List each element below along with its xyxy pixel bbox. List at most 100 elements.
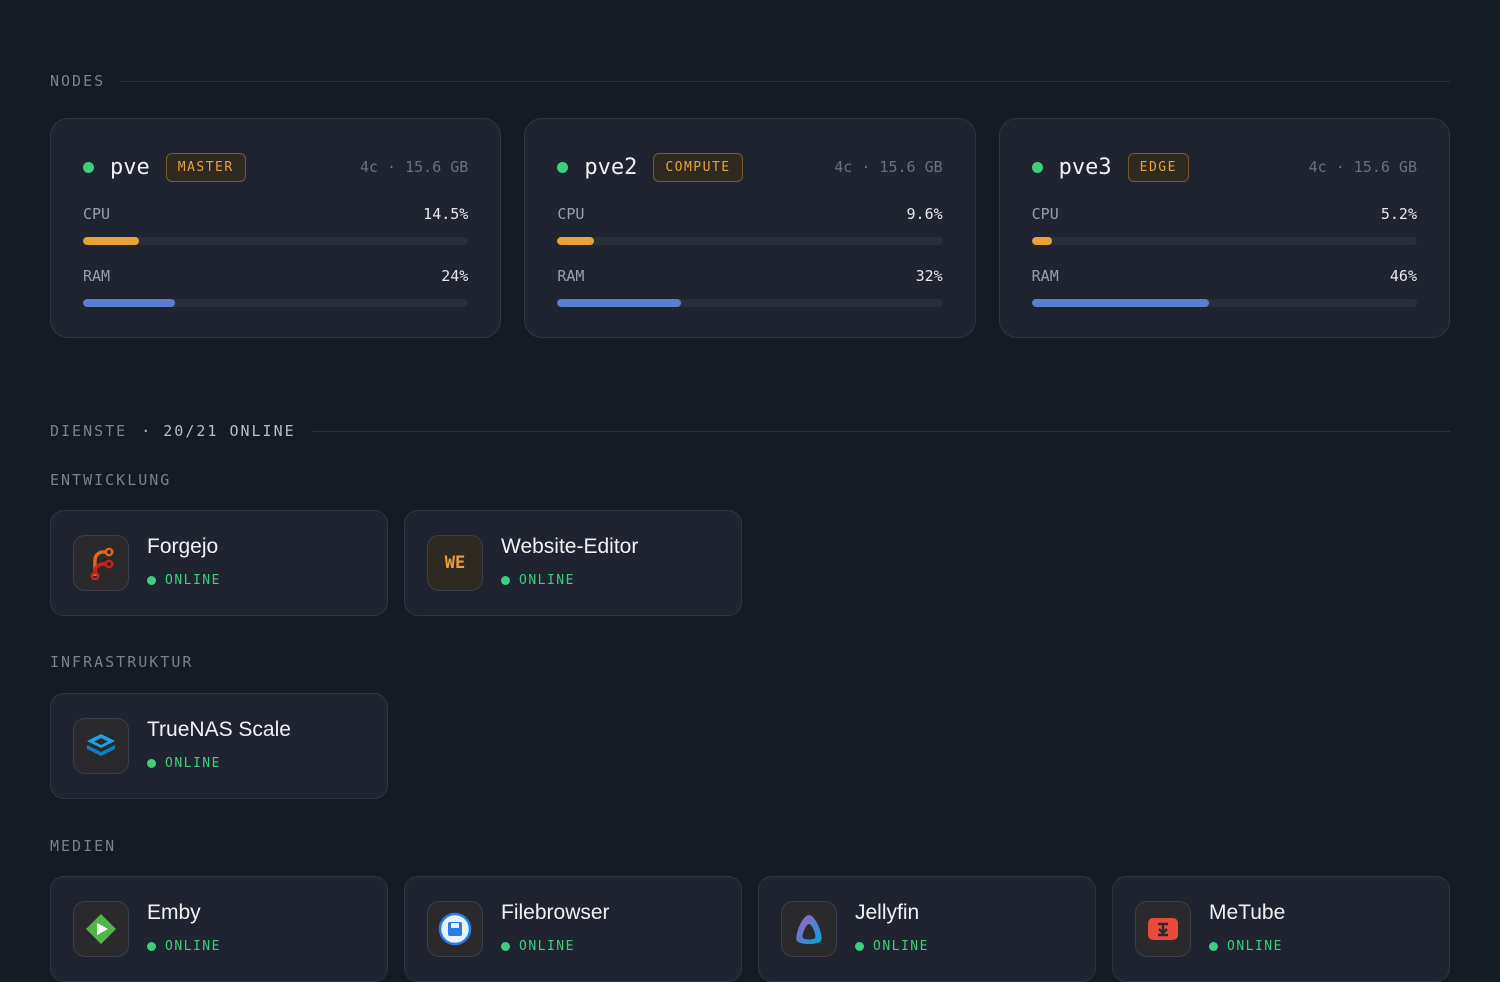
cpu-bar-fill <box>1031 237 1052 245</box>
service-card-emby[interactable]: Emby ONLINE <box>50 876 388 982</box>
nodes-section-header: NODES <box>50 72 1450 90</box>
ram-metric: RAM 24% <box>83 267 468 285</box>
cpu-label: CPU <box>83 205 111 223</box>
service-status: ONLINE <box>501 573 638 588</box>
node-spec: 4c · 15.6 GB <box>359 158 469 176</box>
truenas-icon <box>73 718 129 774</box>
node-status-dot <box>1031 161 1043 173</box>
ram-bar <box>1031 299 1417 307</box>
service-name: Emby <box>147 901 201 924</box>
cpu-bar <box>1031 237 1417 245</box>
emby-icon <box>73 901 129 957</box>
ram-value: 46% <box>1389 267 1417 285</box>
node-card-pve[interactable]: pve MASTER 4c · 15.6 GB CPU 14.5% RAM 24… <box>50 118 502 338</box>
ram-value: 32% <box>915 267 943 285</box>
services-entwicklung: Forgejo ONLINE WE Website-Editor ONLINE <box>50 510 742 616</box>
node-spec: 4c · 15.6 GB <box>1308 158 1417 176</box>
service-name: Filebrowser <box>501 901 610 924</box>
cpu-label: CPU <box>1031 205 1059 223</box>
service-card-truenas-scale[interactable]: TrueNAS Scale ONLINE <box>50 693 388 799</box>
node-role-badge: COMPUTE <box>653 152 743 182</box>
service-status-text: ONLINE <box>1227 939 1283 954</box>
ram-bar-fill <box>83 299 176 307</box>
service-name: Website-Editor <box>501 535 639 558</box>
ram-label: RAM <box>1031 267 1059 285</box>
node-role-badge: EDGE <box>1127 152 1189 182</box>
cpu-bar-fill <box>83 237 139 245</box>
cpu-metric: CPU 14.5% <box>83 205 468 223</box>
cpu-value: 9.6% <box>906 205 943 223</box>
service-card-forgejo[interactable]: Forgejo ONLINE <box>50 510 388 616</box>
cpu-value: 5.2% <box>1380 205 1417 223</box>
nodes-section-title: NODES <box>50 72 106 90</box>
cpu-bar <box>83 237 469 245</box>
node-status-dot <box>83 161 94 173</box>
we-icon: WE <box>427 535 483 591</box>
service-name: MeTube <box>1209 901 1286 924</box>
ram-label: RAM <box>83 267 111 285</box>
status-dot <box>501 942 510 951</box>
status-dot <box>147 942 156 951</box>
service-card-filebrowser[interactable]: Filebrowser ONLINE <box>404 876 742 982</box>
service-status-text: ONLINE <box>519 573 575 588</box>
ram-bar-fill <box>557 299 681 307</box>
ram-metric: RAM 46% <box>1032 267 1417 285</box>
service-status: ONLINE <box>501 939 610 954</box>
services-online-count: · 20/21 ONLINE <box>141 422 296 440</box>
cpu-bar-fill <box>557 237 595 245</box>
node-card-pve3[interactable]: pve3 EDGE 4c · 15.6 GB CPU 5.2% RAM 46% <box>998 118 1450 338</box>
service-status-text: ONLINE <box>165 573 221 588</box>
ram-bar-fill <box>1031 299 1209 307</box>
service-name: Jellyfin <box>855 901 920 924</box>
ram-bar <box>557 299 943 307</box>
service-status: ONLINE <box>1209 939 1285 954</box>
status-dot <box>855 942 864 951</box>
cpu-bar <box>557 237 943 245</box>
we-icon-text: WE <box>444 553 466 573</box>
cpu-metric: CPU 9.6% <box>557 205 942 223</box>
service-status: ONLINE <box>147 939 221 954</box>
service-status-text: ONLINE <box>165 756 221 771</box>
services-medien: Emby ONLINE Filebrowser ONLINE Jellyfin … <box>50 876 1450 982</box>
cpu-metric: CPU 5.2% <box>1032 205 1417 223</box>
node-spec: 4c · 15.6 GB <box>834 158 943 176</box>
status-dot <box>1209 942 1218 951</box>
service-status-text: ONLINE <box>519 939 575 954</box>
jellyfin-icon <box>781 901 837 957</box>
service-status: ONLINE <box>147 756 291 771</box>
node-name: pve3 <box>1058 154 1112 180</box>
services-infrastruktur: TrueNAS Scale ONLINE <box>50 693 388 799</box>
ram-bar <box>83 299 469 307</box>
service-name: Forgejo <box>147 535 219 558</box>
node-status-dot <box>557 161 569 173</box>
services-section-title: DIENSTE <box>50 422 128 440</box>
service-status-text: ONLINE <box>165 939 221 954</box>
service-status-text: ONLINE <box>873 939 929 954</box>
section-divider <box>311 430 1450 432</box>
metube-icon <box>1135 901 1191 957</box>
service-card-jellyfin[interactable]: Jellyfin ONLINE <box>758 876 1096 982</box>
ram-metric: RAM 32% <box>557 267 942 285</box>
group-label-medien: MEDIEN <box>50 837 117 855</box>
node-card-pve2[interactable]: pve2 COMPUTE 4c · 15.6 GB CPU 9.6% RAM 3… <box>524 118 976 338</box>
node-role-badge: MASTER <box>165 152 246 182</box>
ram-value: 24% <box>441 267 469 285</box>
group-label-entwicklung: ENTWICKLUNG <box>50 471 172 489</box>
nodes-grid: pve MASTER 4c · 15.6 GB CPU 14.5% RAM 24… <box>50 118 1450 338</box>
service-name: TrueNAS Scale <box>147 718 291 741</box>
service-status: ONLINE <box>147 573 221 588</box>
node-name: pve <box>110 154 150 180</box>
forgejo-icon <box>73 535 129 591</box>
service-card-website-editor[interactable]: WE Website-Editor ONLINE <box>404 510 742 616</box>
service-status: ONLINE <box>855 939 929 954</box>
cpu-value: 14.5% <box>423 205 469 223</box>
status-dot <box>147 759 156 768</box>
services-section-header: DIENSTE · 20/21 ONLINE <box>50 422 1450 440</box>
node-name: pve2 <box>584 154 638 180</box>
status-dot <box>147 576 156 585</box>
service-card-metube[interactable]: MeTube ONLINE <box>1112 876 1450 982</box>
section-divider <box>121 80 1450 82</box>
cpu-label: CPU <box>557 205 585 223</box>
filebrowser-icon <box>427 901 483 957</box>
group-label-infrastruktur: INFRASTRUKTUR <box>50 653 194 671</box>
